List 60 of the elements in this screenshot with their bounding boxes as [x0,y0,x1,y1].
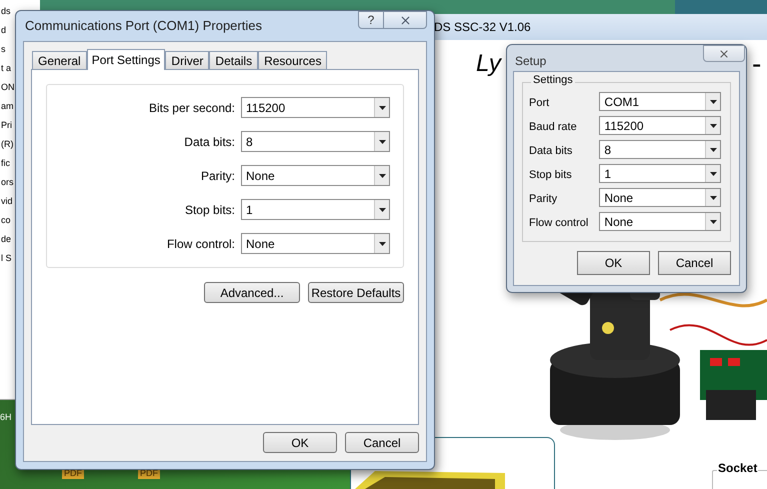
dropdown-field[interactable]: None [599,188,721,207]
ok-button[interactable]: OK [577,251,650,275]
close-icon [398,14,412,26]
ok-button[interactable]: OK [263,432,337,453]
list-text: d [0,24,6,37]
field-label: Stop bits [529,168,573,184]
close-button[interactable] [703,45,745,62]
field-label: Parity: [200,168,235,184]
dropdown-field[interactable]: None [241,165,390,186]
close-button[interactable] [384,11,427,29]
field-label: Bits per second: [148,100,235,116]
field-label: Port [529,96,550,112]
tab[interactable]: Resources [258,51,328,69]
dropdown-field[interactable]: None [241,233,390,254]
list-text: l S [0,252,12,265]
field-label: Stop bits: [184,202,235,218]
list-text: co [0,214,11,227]
help-button[interactable]: ? [358,11,384,29]
window-title: Communications Port (COM1) Properties [24,17,263,36]
list-text: t a [0,62,12,75]
group-label: Settings [531,75,575,86]
dropdown-field[interactable]: 8 [599,140,721,159]
dropdown-field[interactable]: 8 [241,131,390,152]
tab[interactable]: Details [209,51,258,69]
close-icon [718,48,730,60]
heading-text: Ly [476,52,501,76]
dialog-button[interactable]: Restore Defaults [308,282,404,303]
icon-label: 6H [0,413,12,422]
window-title: DS SSC-32 V1.06 [434,19,531,36]
dialog-button[interactable]: Advanced... [204,282,300,303]
field-label: Data bits [529,144,574,160]
list-text: Pri [0,119,12,132]
dropdown-field[interactable]: 115200 [241,97,390,118]
cancel-button[interactable]: Cancel [345,432,419,453]
field-label: Flow control [529,216,590,232]
field-label: Baud rate [529,120,578,136]
window-title: Setup [514,53,548,70]
field-label: Flow control: [166,236,235,252]
list-text: s [0,43,6,56]
group-label: Socket [717,462,758,474]
dropdown-field[interactable]: 1 [241,199,390,220]
list-text: de [0,233,12,246]
list-text: (R) [0,138,14,151]
list-text: ds [0,5,11,18]
tab[interactable]: Port Settings [86,49,166,70]
heading-text: - [752,50,762,78]
field-label: Data bits: [184,134,235,150]
tab[interactable]: Driver [165,51,210,69]
field-label: Parity [529,192,558,208]
list-text: vid [0,195,13,208]
dropdown-field[interactable]: 115200 [599,116,721,135]
list-text: fic [0,157,10,170]
dropdown-field[interactable]: None [599,212,721,231]
dropdown-field[interactable]: 1 [599,164,721,183]
list-text: am [0,100,14,113]
list-text: ors [0,176,14,189]
list-text: ON [0,81,14,94]
dropdown-field[interactable]: COM1 [599,92,721,111]
tab[interactable]: General [32,51,87,69]
cancel-button[interactable]: Cancel [658,251,731,275]
